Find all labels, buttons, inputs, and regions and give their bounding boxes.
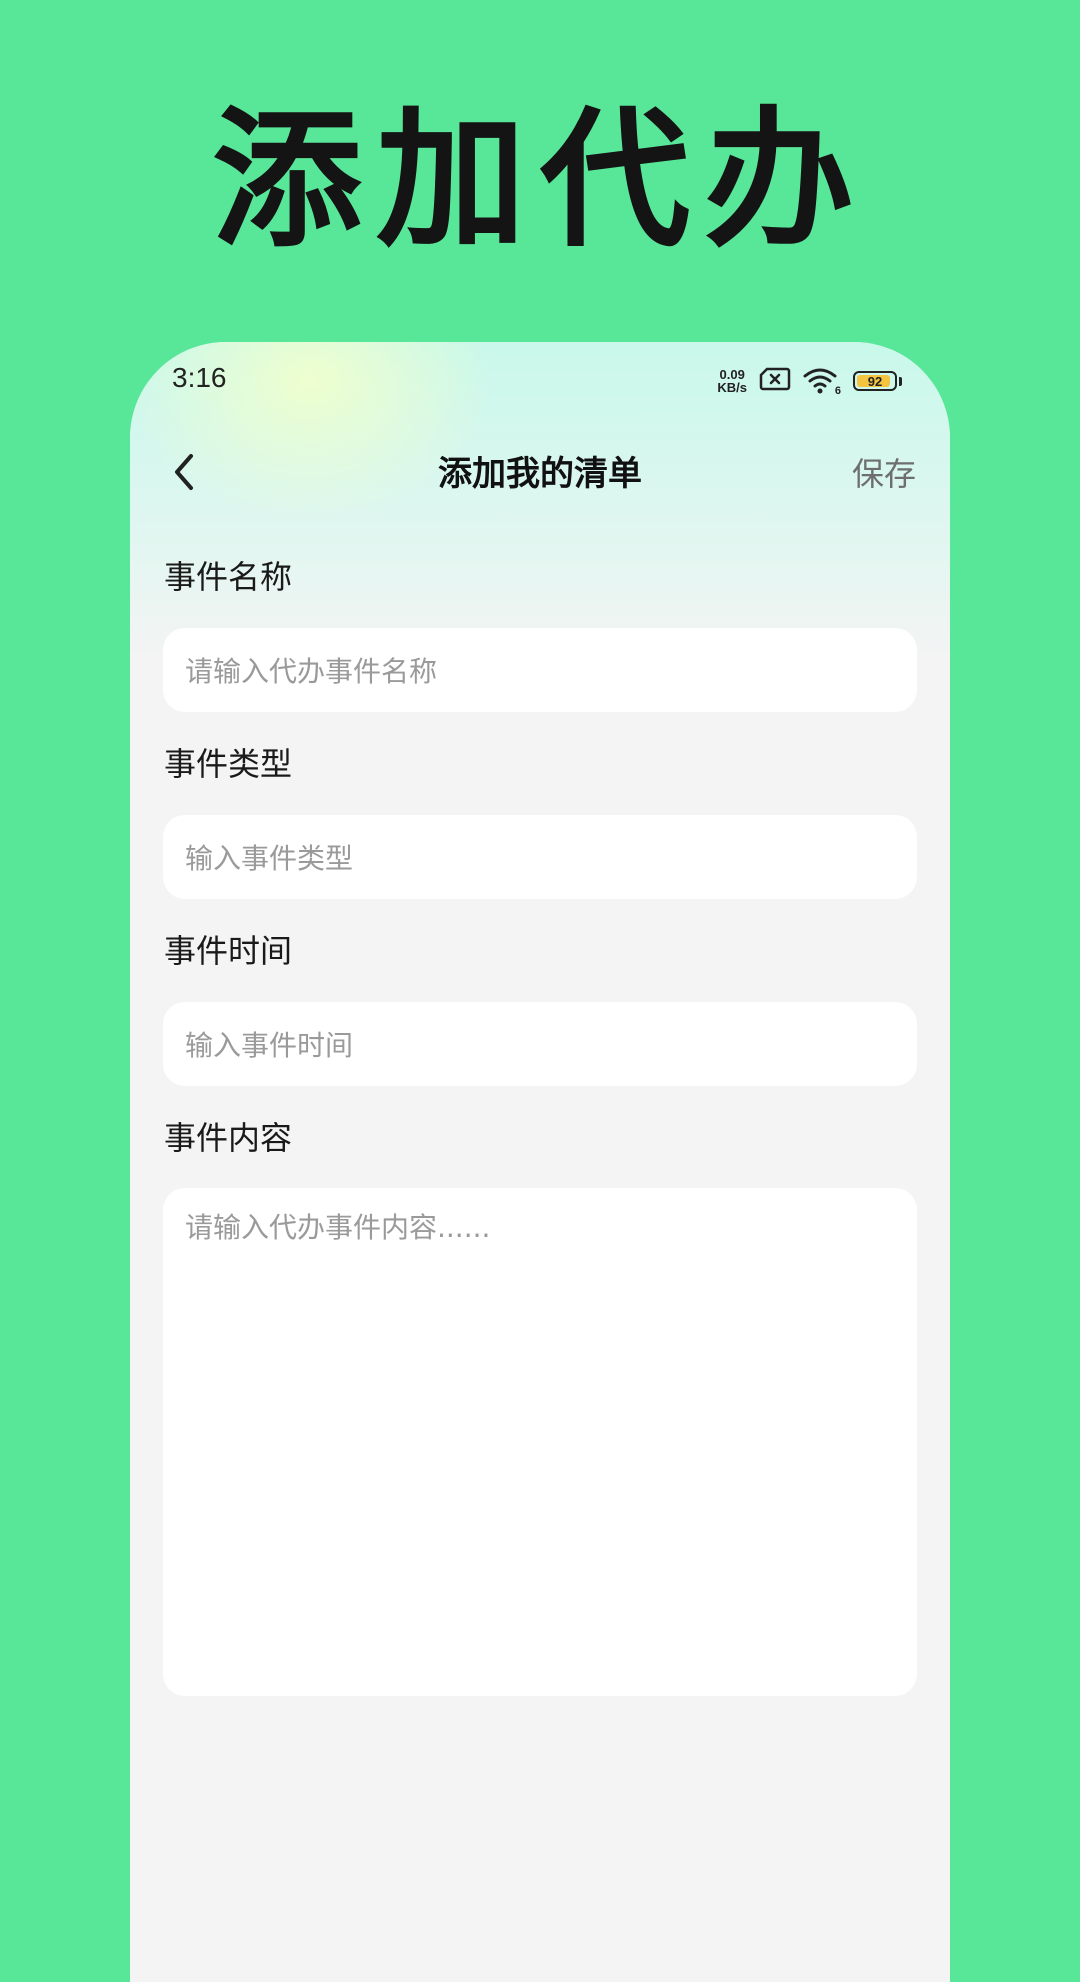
event-type-label: 事件类型	[164, 745, 293, 783]
event-time-input[interactable]: 输入事件时间	[163, 1002, 917, 1086]
event-name-input[interactable]: 请输入代办事件名称	[163, 628, 917, 712]
status-time: 3:16	[172, 362, 227, 393]
save-button[interactable]: 保存	[852, 454, 916, 494]
battery-level: 92	[867, 373, 883, 389]
network-speed: 0.09 KB/s	[717, 368, 747, 394]
wifi-icon: 6	[803, 367, 841, 397]
promo-title: 添加代办	[211, 94, 868, 268]
sim-off-icon	[759, 367, 791, 395]
battery-cap	[899, 376, 902, 386]
network-speed-unit: KB/s	[717, 380, 747, 395]
event-content-textarea[interactable]: 请输入代办事件内容......	[163, 1188, 917, 1696]
event-type-input[interactable]: 输入事件类型	[163, 815, 917, 899]
status-bar: 3:16 0.09 KB/s 6 92	[130, 342, 950, 424]
status-icons: 0.09 KB/s 6 92	[717, 366, 902, 397]
wifi-label: 6	[834, 385, 841, 397]
phone-screen: 3:16 0.09 KB/s 6 92 添加我的清单 保存 事件名称 请输入代办…	[130, 342, 950, 1982]
event-time-label: 事件时间	[164, 932, 293, 970]
nav-bar: 添加我的清单 保存	[130, 424, 950, 524]
battery-icon: 92	[853, 371, 897, 391]
event-content-label: 事件内容	[164, 1119, 293, 1157]
page-title: 添加我的清单	[438, 454, 642, 494]
event-name-label: 事件名称	[164, 558, 293, 596]
